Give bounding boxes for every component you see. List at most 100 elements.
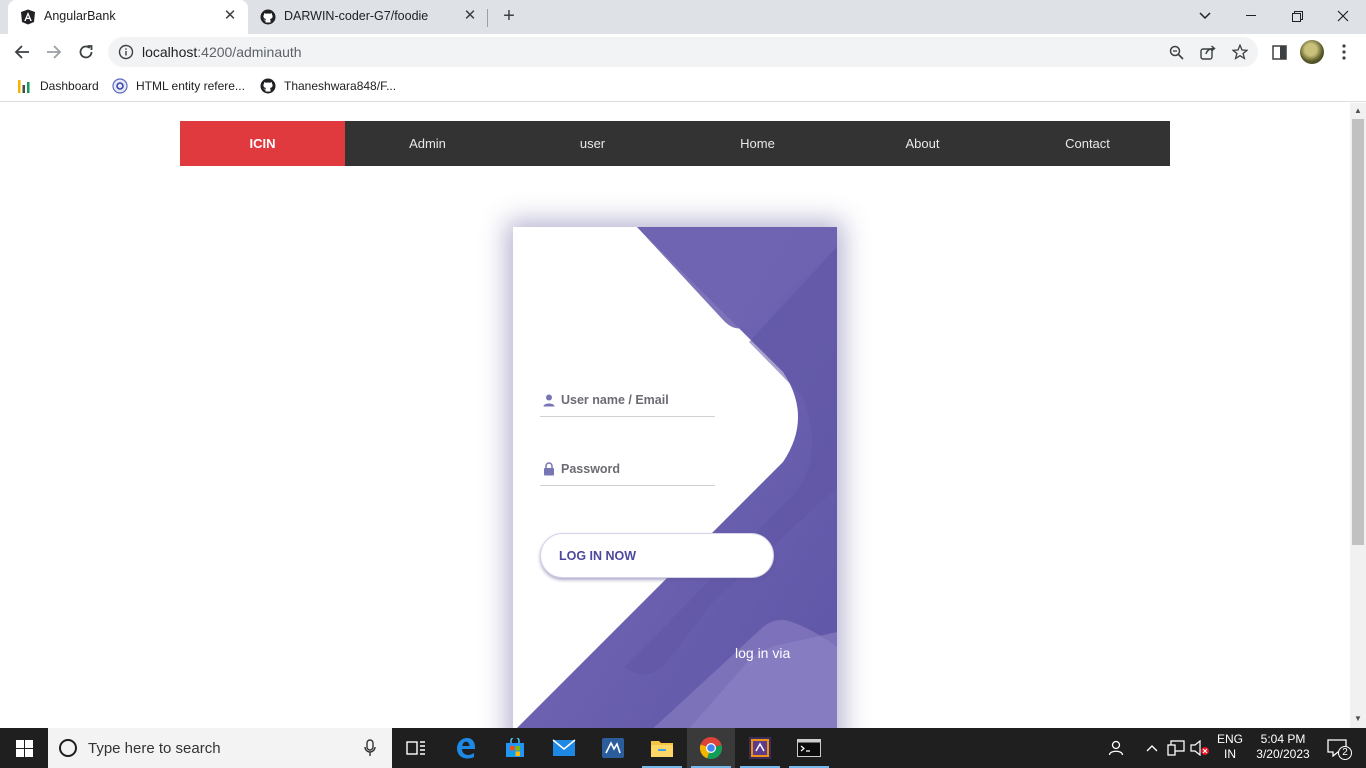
clock-date: 3/20/2023 [1256, 747, 1310, 761]
tab-search-button[interactable] [1182, 0, 1228, 32]
language-code: ENG [1216, 732, 1243, 746]
network-icon [1167, 740, 1185, 756]
folder-icon [651, 741, 673, 757]
top-navbar: ICIN Admin user Home About Contact [180, 121, 1170, 166]
tab-title: DARWIN-coder-G7/foodie [284, 9, 429, 23]
share-button[interactable] [1198, 42, 1218, 62]
menu-button[interactable] [1332, 40, 1356, 64]
task-view-icon [406, 741, 425, 755]
page-viewport: ICIN Admin user Home About Contact User … [0, 103, 1350, 728]
store-app[interactable] [491, 728, 539, 768]
arrow-right-icon [47, 45, 62, 59]
close-icon [1337, 10, 1349, 22]
minimize-button[interactable] [1228, 0, 1274, 32]
language-indicator[interactable]: ENG IN [1212, 732, 1248, 762]
task-view-button[interactable] [392, 728, 440, 768]
scroll-up-icon[interactable]: ▲ [1354, 107, 1362, 115]
info-icon[interactable] [118, 44, 134, 60]
more-vertical-icon [1342, 44, 1346, 60]
clock-time: 5:04 PM [1260, 732, 1306, 746]
bookmark-star-button[interactable] [1230, 42, 1250, 62]
sql-server-icon [602, 738, 624, 758]
volume-button[interactable] [1188, 728, 1212, 768]
terminal-app[interactable] [785, 728, 833, 768]
password-field [540, 452, 715, 486]
bookmark-dashboard[interactable]: Dashboard [16, 77, 99, 95]
windows-logo-icon [15, 739, 33, 757]
reload-button[interactable] [74, 40, 98, 64]
share-icon [1200, 44, 1216, 60]
microphone-icon[interactable] [364, 739, 376, 757]
bookmark-label: Dashboard [40, 79, 99, 93]
url-text[interactable]: localhost:4200/adminauth [142, 44, 302, 60]
show-hidden-icons-button[interactable] [1142, 728, 1162, 768]
file-explorer-app[interactable] [638, 728, 686, 768]
arrow-left-icon [14, 45, 29, 59]
url-host: localhost [142, 44, 198, 60]
zoom-button[interactable] [1166, 42, 1186, 62]
username-field [540, 383, 715, 417]
search-placeholder: Type here to search [88, 740, 221, 757]
new-tab-button[interactable]: + [498, 6, 520, 28]
action-center-button[interactable]: 2 [1320, 728, 1354, 768]
start-button[interactable] [0, 728, 48, 768]
network-button[interactable] [1164, 728, 1188, 768]
dashboard-icon [16, 78, 32, 94]
mail-app[interactable] [540, 728, 588, 768]
store-icon [506, 738, 524, 757]
chrome-app[interactable] [687, 728, 735, 768]
nav-item-admin[interactable]: Admin [345, 121, 510, 166]
forward-button[interactable] [42, 40, 66, 64]
sql-server-app[interactable] [589, 728, 637, 768]
page-scrollbar[interactable]: ▲ ▼ [1350, 103, 1366, 728]
password-input[interactable] [540, 452, 715, 485]
tab-title: AngularBank [44, 9, 116, 23]
nav-item-about[interactable]: About [840, 121, 1005, 166]
ide-app[interactable] [736, 728, 784, 768]
edge-icon [457, 738, 476, 759]
scrollbar-thumb[interactable] [1352, 119, 1364, 545]
tab-angularbank[interactable]: AngularBank ✕ [8, 0, 248, 34]
ide-icon [749, 737, 771, 759]
username-input[interactable] [540, 383, 715, 416]
side-panel-button[interactable] [1267, 40, 1291, 64]
zoom-icon [1169, 45, 1184, 60]
bookmark-html-entity[interactable]: HTML entity refere... [112, 77, 245, 95]
close-icon[interactable]: ✕ [222, 8, 238, 24]
close-icon[interactable]: ✕ [462, 8, 478, 24]
chevron-up-icon [1146, 745, 1158, 752]
login-button[interactable]: LOG IN NOW [540, 533, 774, 578]
close-window-button[interactable] [1320, 0, 1366, 32]
terminal-icon [797, 739, 821, 757]
people-icon [1108, 740, 1124, 756]
edge-app[interactable] [442, 728, 490, 768]
reload-icon [79, 45, 93, 59]
back-button[interactable] [10, 40, 34, 64]
people-button[interactable] [1104, 728, 1130, 768]
tab-foodie[interactable]: DARWIN-coder-G7/foodie ✕ [248, 0, 488, 34]
bookmark-thaneshwara[interactable]: Thaneshwara848/F... [260, 77, 396, 95]
address-bar[interactable]: localhost:4200/adminauth [108, 37, 1258, 67]
nav-item-user[interactable]: user [510, 121, 675, 166]
clock[interactable]: 5:04 PM 3/20/2023 [1250, 732, 1316, 762]
nav-item-home[interactable]: Home [675, 121, 840, 166]
tab-separator [487, 9, 488, 27]
side-panel-icon [1271, 44, 1287, 60]
github-icon [260, 9, 276, 25]
bookmark-label: HTML entity refere... [136, 79, 245, 93]
url-path: :4200/adminauth [197, 44, 302, 60]
nav-item-contact[interactable]: Contact [1005, 121, 1170, 166]
mail-icon [552, 739, 576, 756]
taskbar-search-box[interactable]: Type here to search [48, 728, 392, 768]
chevron-down-icon [1199, 12, 1211, 20]
restore-button[interactable] [1274, 0, 1320, 32]
nav-brand-icin[interactable]: ICIN [180, 121, 345, 166]
scroll-down-icon[interactable]: ▼ [1354, 715, 1362, 723]
profile-avatar[interactable] [1300, 40, 1324, 64]
star-icon [1232, 44, 1248, 60]
bookmarks-bar: Dashboard HTML entity refere... Thaneshw… [0, 70, 1366, 102]
windows-taskbar: Type here to search ENG IN 5:04 PM 3/20/… [0, 728, 1366, 768]
region-code: IN [1224, 747, 1236, 761]
browser-toolbar: localhost:4200/adminauth [0, 34, 1366, 70]
restore-icon [1291, 10, 1303, 22]
